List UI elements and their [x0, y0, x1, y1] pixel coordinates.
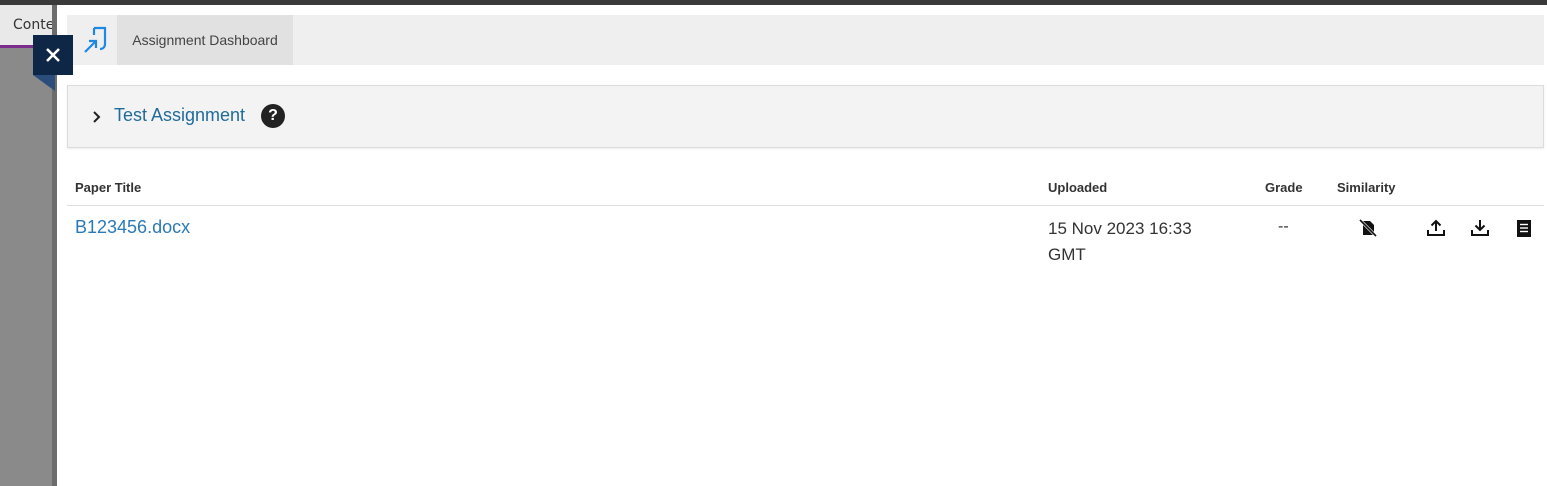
- uploaded-date: 15 Nov 2023 16:33 GMT: [1048, 216, 1238, 268]
- background-tab-label: Content: [13, 17, 57, 33]
- tab-assignment-dashboard[interactable]: Assignment Dashboard: [117, 15, 293, 65]
- chevron-right-icon[interactable]: [90, 107, 104, 127]
- column-paper-title: Paper Title: [75, 180, 142, 195]
- column-grade: Grade: [1265, 180, 1303, 195]
- close-button[interactable]: [33, 35, 73, 75]
- upload-icon[interactable]: [1425, 217, 1447, 239]
- close-icon: [46, 48, 60, 62]
- close-button-tail: [33, 75, 55, 91]
- download-icon[interactable]: [1469, 217, 1491, 239]
- turnitin-app-icon[interactable]: [80, 25, 110, 55]
- table-divider: [67, 205, 1544, 206]
- uploaded-date-line1: 15 Nov 2023 16:33: [1048, 219, 1192, 238]
- assignment-header[interactable]: Test Assignment ?: [67, 85, 1544, 148]
- column-uploaded: Uploaded: [1048, 180, 1108, 195]
- receipt-icon[interactable]: [1513, 217, 1535, 239]
- assignment-title[interactable]: Test Assignment: [114, 105, 245, 126]
- help-icon[interactable]: ?: [261, 104, 285, 128]
- assignment-modal: Assignment Dashboard Test Assignment ? P…: [57, 5, 1547, 486]
- uploaded-date-line2: GMT: [1048, 245, 1086, 264]
- no-report-icon: [1358, 218, 1378, 238]
- modal-header: Assignment Dashboard: [67, 15, 1544, 65]
- grade-value: --: [1278, 218, 1289, 235]
- column-similarity: Similarity: [1337, 180, 1396, 195]
- paper-title-link[interactable]: B123456.docx: [75, 217, 190, 238]
